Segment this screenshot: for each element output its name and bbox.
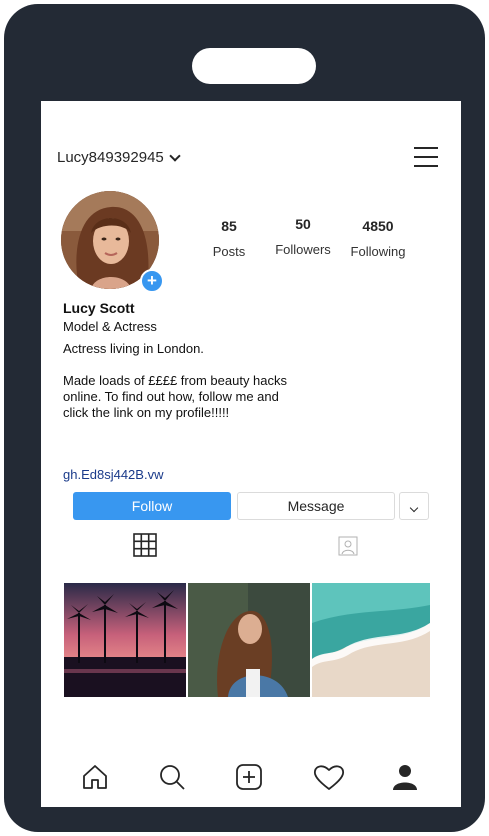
post-thumbnail-beach[interactable]	[312, 583, 430, 697]
phone-speaker	[192, 48, 316, 84]
post-thumbnail-portrait[interactable]	[188, 583, 310, 697]
followers-count: 50	[295, 216, 311, 232]
username-label: Lucy849392945	[57, 149, 164, 166]
add-post-icon[interactable]	[235, 763, 263, 791]
add-story-icon[interactable]: +	[140, 269, 164, 293]
bio-line: Made loads of ££££ from beauty hacks onl…	[63, 373, 288, 420]
suggestions-dropdown-button[interactable]	[399, 492, 429, 520]
chevron-down-icon	[169, 149, 181, 162]
tagged-person-icon[interactable]	[338, 536, 358, 556]
stat-followers[interactable]: 50 Followers	[271, 216, 335, 257]
search-icon[interactable]	[158, 763, 186, 791]
stat-following[interactable]: 4850 Following	[348, 218, 408, 259]
followers-label: Followers	[275, 242, 331, 257]
post-thumbnail-sunset[interactable]	[64, 583, 186, 697]
posts-label: Posts	[212, 244, 246, 259]
hamburger-menu-icon[interactable]	[414, 147, 438, 169]
bio-line: Actress living in London.	[63, 341, 204, 356]
grid-icon[interactable]	[133, 533, 157, 557]
follow-button[interactable]: Follow	[73, 492, 231, 520]
following-label: Following	[350, 244, 406, 259]
heart-icon[interactable]	[313, 763, 345, 791]
posts-count: 85	[221, 218, 237, 234]
profile-icon[interactable]	[391, 763, 419, 791]
username-dropdown[interactable]: Lucy849392945	[57, 149, 181, 166]
home-icon[interactable]	[81, 763, 109, 791]
profile-name: Lucy Scott	[63, 300, 135, 316]
profile-bio: Actress living in London. Made loads of …	[63, 341, 293, 421]
chevron-down-icon	[409, 503, 419, 513]
profile-link[interactable]: gh.Ed8sj442B.vw	[63, 467, 163, 482]
app-screen: Lucy849392945 + 85 Posts 50 Followers 48…	[41, 101, 461, 807]
stat-posts[interactable]: 85 Posts	[211, 218, 247, 259]
message-button[interactable]: Message	[237, 492, 395, 520]
profile-category: Model & Actress	[63, 319, 157, 334]
following-count: 4850	[362, 218, 394, 234]
